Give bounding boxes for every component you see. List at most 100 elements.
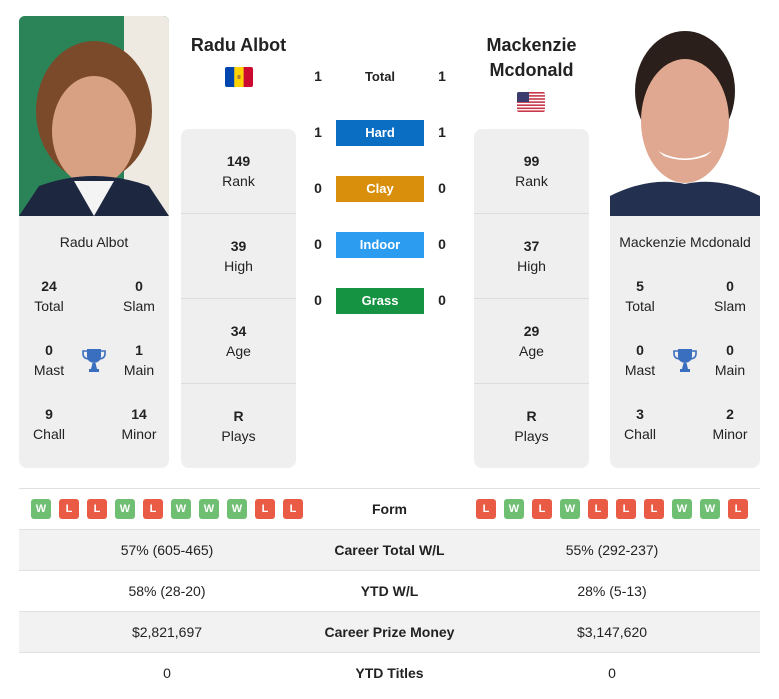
row-label: YTD Titles bbox=[355, 665, 424, 681]
value: 24 bbox=[41, 278, 57, 294]
label: Slam bbox=[123, 298, 155, 314]
player1-titles-card: Radu Albot 24 Total 0 Slam 0 Mast 1 Main 9 Ch… bbox=[19, 216, 169, 468]
player1-form-list: W L L W L W W W L L bbox=[31, 499, 303, 519]
label: Minor bbox=[712, 426, 748, 442]
player1-high: 39 High bbox=[181, 214, 296, 299]
usa-flag-icon bbox=[517, 92, 545, 112]
row-label: YTD W/L bbox=[360, 583, 419, 599]
form-badge: W bbox=[199, 499, 219, 519]
player1-titles-main: 1 Main bbox=[109, 340, 169, 380]
player2-rank: 99 Rank bbox=[474, 129, 589, 214]
row-label: Career Prize Money bbox=[324, 624, 455, 640]
form-badge: L bbox=[616, 499, 636, 519]
value: 3 bbox=[636, 406, 644, 422]
label: Mast bbox=[624, 362, 656, 378]
player2-plays: R Plays bbox=[474, 384, 589, 469]
value: 9 bbox=[45, 406, 53, 422]
player1-name-label: Radu Albot bbox=[59, 234, 129, 250]
player1-name-link[interactable]: Radu Albot bbox=[181, 33, 296, 58]
player2-titles-chall: 3 Chall bbox=[610, 404, 670, 444]
h2h-total-label: Total bbox=[364, 69, 396, 84]
moldova-flag-icon bbox=[225, 67, 253, 87]
label: Slam bbox=[714, 298, 746, 314]
value: 99 bbox=[523, 153, 540, 169]
h2h-right-count: 1 bbox=[438, 68, 446, 84]
value: 5 bbox=[636, 278, 644, 294]
form-badge: L bbox=[143, 499, 163, 519]
value: 0 bbox=[636, 342, 644, 358]
surface-grass-badge[interactable]: Grass bbox=[336, 288, 424, 314]
trophy-icon bbox=[673, 349, 697, 372]
player1-value: 0 bbox=[163, 665, 171, 681]
player1-rank: 149 Rank bbox=[181, 129, 296, 214]
value: 29 bbox=[523, 323, 540, 339]
h2h-right-count: 0 bbox=[438, 180, 446, 196]
h2h-left-count: 0 bbox=[314, 292, 322, 308]
h2h-right-count: 0 bbox=[438, 292, 446, 308]
player1-titles-mast: 0 Mast bbox=[19, 340, 79, 380]
comparison-table: W L L W L W W W L L Form L W L W L L L W… bbox=[19, 488, 760, 694]
value: 0 bbox=[726, 278, 734, 294]
player2-photo bbox=[610, 16, 760, 216]
form-badge: W bbox=[227, 499, 247, 519]
value: 37 bbox=[523, 238, 540, 254]
surface-indoor-badge[interactable]: Indoor bbox=[336, 232, 424, 258]
value: 0 bbox=[45, 342, 53, 358]
h2h-left-count: 0 bbox=[314, 180, 322, 196]
player2-titles-slam: 0 Slam bbox=[700, 276, 760, 316]
player1-value: 57% (605-465) bbox=[120, 542, 214, 558]
form-row: W L L W L W W W L L Form L W L W L L L W… bbox=[19, 489, 760, 530]
form-badge: W bbox=[115, 499, 135, 519]
player1-value: $2,821,697 bbox=[131, 624, 203, 640]
form-badge: W bbox=[672, 499, 692, 519]
player1-age: 34 Age bbox=[181, 299, 296, 384]
player2-high: 37 High bbox=[474, 214, 589, 299]
value: 0 bbox=[726, 342, 734, 358]
label: Minor bbox=[121, 426, 157, 442]
h2h-left-count: 1 bbox=[314, 68, 322, 84]
label: Main bbox=[123, 362, 155, 378]
form-badge: L bbox=[588, 499, 608, 519]
value: 39 bbox=[230, 238, 247, 254]
player2-titles-mast: 0 Mast bbox=[610, 340, 670, 380]
label: Plays bbox=[514, 428, 549, 444]
form-badge: L bbox=[532, 499, 552, 519]
player2-value: 0 bbox=[608, 665, 616, 681]
form-badge: W bbox=[700, 499, 720, 519]
player2-value: $3,147,620 bbox=[576, 624, 648, 640]
form-badge: L bbox=[255, 499, 275, 519]
player1-photo bbox=[19, 16, 169, 216]
player1-titles-minor: 14 Minor bbox=[109, 404, 169, 444]
label: Age bbox=[519, 343, 544, 359]
h2h-row-indoor: 0 Indoor 0 bbox=[305, 232, 455, 258]
player1-portrait bbox=[19, 16, 169, 216]
surface-clay-badge[interactable]: Clay bbox=[336, 176, 424, 202]
surface-hard-badge[interactable]: Hard bbox=[336, 120, 424, 146]
label: Plays bbox=[221, 428, 256, 444]
form-label: Form bbox=[372, 501, 407, 517]
value: 2 bbox=[726, 406, 734, 422]
player2-name-link[interactable]: Mackenzie Mcdonald bbox=[474, 33, 589, 83]
player1-plays: R Plays bbox=[181, 384, 296, 469]
label: Chall bbox=[33, 426, 65, 442]
career-prize-money-row: $2,821,697 Career Prize Money $3,147,620 bbox=[19, 612, 760, 653]
player2-name-label: Mackenzie Mcdonald bbox=[619, 234, 751, 250]
player2-portrait bbox=[610, 16, 760, 216]
value: R bbox=[526, 408, 537, 424]
player2-titles-minor: 2 Minor bbox=[700, 404, 760, 444]
h2h-row-total: 1 Total 1 bbox=[305, 64, 455, 90]
player1-value: 58% (28-20) bbox=[128, 583, 206, 599]
player2-value: 28% (5-13) bbox=[577, 583, 647, 599]
label: High bbox=[224, 258, 253, 274]
player1-titles-slam: 0 Slam bbox=[109, 276, 169, 316]
value: R bbox=[233, 408, 244, 424]
player2-stats-card: 99 Rank 37 High 29 Age R Plays bbox=[474, 129, 589, 468]
label: Total bbox=[625, 298, 655, 314]
player2-titles-main: 0 Main bbox=[700, 340, 760, 380]
label: Age bbox=[226, 343, 251, 359]
label: High bbox=[517, 258, 546, 274]
h2h-right-count: 1 bbox=[438, 124, 446, 140]
player2-titles-total: 5 Total bbox=[610, 276, 670, 316]
h2h-left-count: 0 bbox=[314, 236, 322, 252]
ytd-wl-row: 58% (28-20) YTD W/L 28% (5-13) bbox=[19, 571, 760, 612]
